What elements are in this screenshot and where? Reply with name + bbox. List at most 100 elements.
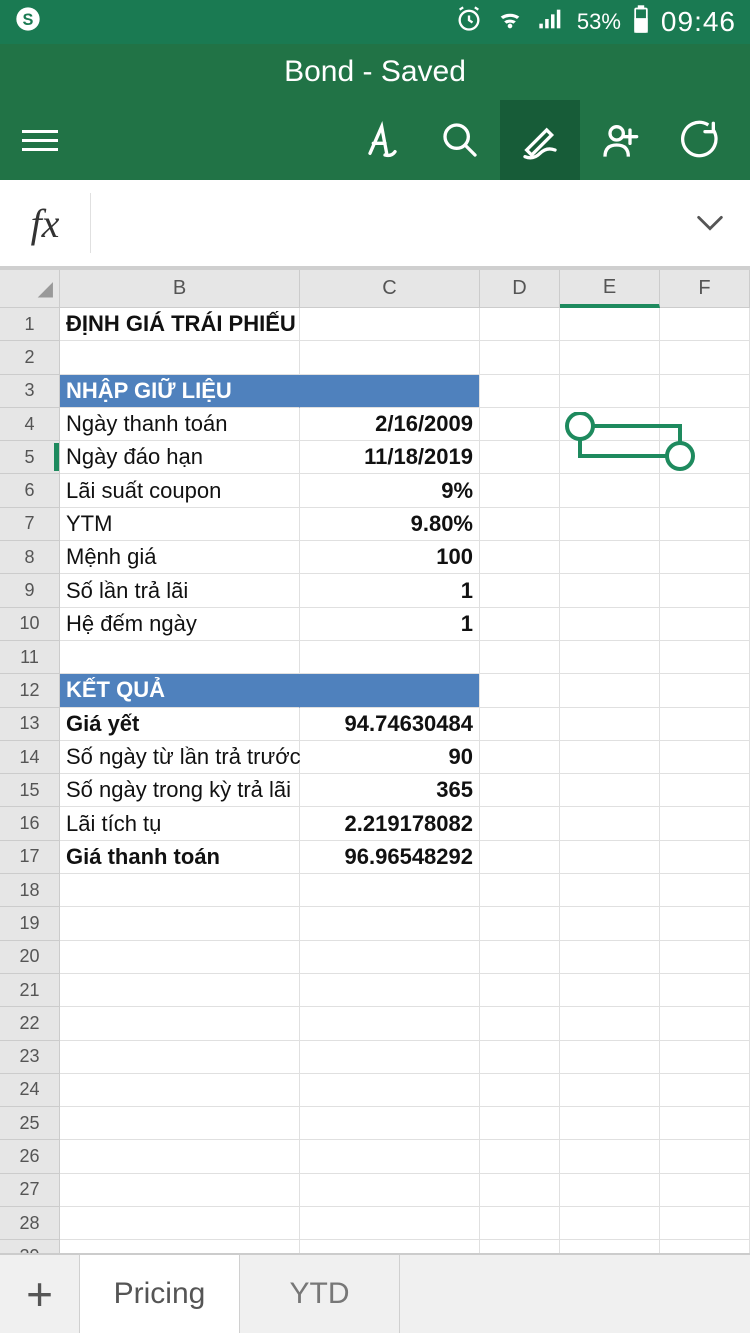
cell[interactable] (60, 874, 300, 907)
menu-button[interactable] (10, 110, 70, 170)
cell[interactable] (560, 807, 660, 840)
cell[interactable] (560, 1207, 660, 1240)
cell[interactable] (560, 541, 660, 574)
cell[interactable] (480, 1140, 560, 1173)
cell[interactable]: KẾT QUẢ (60, 674, 300, 707)
row-header[interactable]: 1 (0, 308, 60, 341)
cell[interactable] (660, 741, 750, 774)
cell[interactable] (660, 674, 750, 707)
cell[interactable]: Ngày đáo hạn (60, 441, 300, 474)
cell[interactable]: 96.96548292 (300, 841, 480, 874)
cell[interactable]: 90 (300, 741, 480, 774)
cell[interactable] (560, 1041, 660, 1074)
cell[interactable] (300, 375, 480, 408)
cell[interactable]: 365 (300, 774, 480, 807)
cell[interactable]: Số ngày từ lần trả trước (60, 741, 300, 774)
undo-button[interactable] (660, 100, 740, 180)
cell[interactable] (660, 807, 750, 840)
cell[interactable] (560, 341, 660, 374)
cell[interactable] (560, 907, 660, 940)
cell[interactable] (300, 341, 480, 374)
cell[interactable] (660, 841, 750, 874)
row-header[interactable]: 25 (0, 1107, 60, 1140)
cell[interactable]: Số ngày trong kỳ trả lãi (60, 774, 300, 807)
cell[interactable] (560, 441, 660, 474)
cell[interactable] (660, 1174, 750, 1207)
cell[interactable]: 9% (300, 474, 480, 507)
cell[interactable]: 11/18/2019 (300, 441, 480, 474)
cell[interactable] (560, 741, 660, 774)
cell[interactable]: Ngày thanh toán (60, 408, 300, 441)
cell[interactable] (480, 1041, 560, 1074)
cell[interactable] (480, 1074, 560, 1107)
cell[interactable]: Lãi tích tụ (60, 807, 300, 840)
cell[interactable] (660, 941, 750, 974)
cell[interactable] (560, 1107, 660, 1140)
spreadsheet-grid[interactable]: 1ĐỊNH GIÁ TRÁI PHIẾU23NHẬP GIỮ LIỆU4Ngày… (0, 308, 750, 1307)
cell[interactable] (60, 941, 300, 974)
cell[interactable] (60, 1041, 300, 1074)
cell[interactable] (300, 1174, 480, 1207)
col-header-F[interactable]: F (660, 270, 750, 308)
cell[interactable] (560, 874, 660, 907)
cell[interactable] (560, 308, 660, 341)
row-header[interactable]: 23 (0, 1041, 60, 1074)
cell[interactable]: YTM (60, 508, 300, 541)
row-header[interactable]: 15 (0, 774, 60, 807)
cell[interactable]: 100 (300, 541, 480, 574)
cell[interactable] (300, 641, 480, 674)
cell[interactable] (660, 907, 750, 940)
cell[interactable] (560, 1074, 660, 1107)
draw-button[interactable] (500, 100, 580, 180)
cell[interactable] (60, 1007, 300, 1040)
row-header[interactable]: 16 (0, 807, 60, 840)
cell[interactable] (560, 608, 660, 641)
row-header[interactable]: 22 (0, 1007, 60, 1040)
row-header[interactable]: 9 (0, 574, 60, 607)
cell[interactable] (60, 1074, 300, 1107)
cell[interactable] (560, 841, 660, 874)
cell[interactable] (660, 308, 750, 341)
cell[interactable] (560, 1140, 660, 1173)
cell[interactable]: 9.80% (300, 508, 480, 541)
cell[interactable] (480, 408, 560, 441)
cell[interactable] (660, 874, 750, 907)
cell[interactable] (480, 807, 560, 840)
sheet-tab-ytd[interactable]: YTD (240, 1255, 400, 1333)
cell[interactable] (480, 341, 560, 374)
cell[interactable]: 94.74630484 (300, 708, 480, 741)
cell[interactable] (480, 508, 560, 541)
cell[interactable] (60, 907, 300, 940)
cell[interactable] (60, 1207, 300, 1240)
cell[interactable] (300, 1207, 480, 1240)
cell[interactable]: NHẬP GIỮ LIỆU (60, 375, 300, 408)
col-header-B[interactable]: B (60, 270, 300, 308)
cell[interactable] (300, 1041, 480, 1074)
cell[interactable] (60, 641, 300, 674)
cell[interactable]: Mệnh giá (60, 541, 300, 574)
row-header[interactable]: 27 (0, 1174, 60, 1207)
row-header[interactable]: 7 (0, 508, 60, 541)
cell[interactable] (560, 375, 660, 408)
cell[interactable] (660, 1007, 750, 1040)
cell[interactable] (480, 841, 560, 874)
cell[interactable] (480, 941, 560, 974)
cell[interactable] (480, 1207, 560, 1240)
cell[interactable] (480, 308, 560, 341)
cell[interactable] (480, 708, 560, 741)
cell[interactable] (60, 974, 300, 1007)
cell[interactable] (660, 375, 750, 408)
cell[interactable] (60, 1107, 300, 1140)
cell[interactable] (60, 1140, 300, 1173)
cell[interactable] (660, 508, 750, 541)
cell[interactable] (560, 674, 660, 707)
cell[interactable]: 2/16/2009 (300, 408, 480, 441)
cell[interactable] (660, 341, 750, 374)
cell[interactable] (660, 608, 750, 641)
cell[interactable] (660, 974, 750, 1007)
cell[interactable] (660, 1207, 750, 1240)
cell[interactable] (480, 974, 560, 1007)
col-header-D[interactable]: D (480, 270, 560, 308)
col-header-E[interactable]: E (560, 270, 660, 308)
cell[interactable] (300, 974, 480, 1007)
